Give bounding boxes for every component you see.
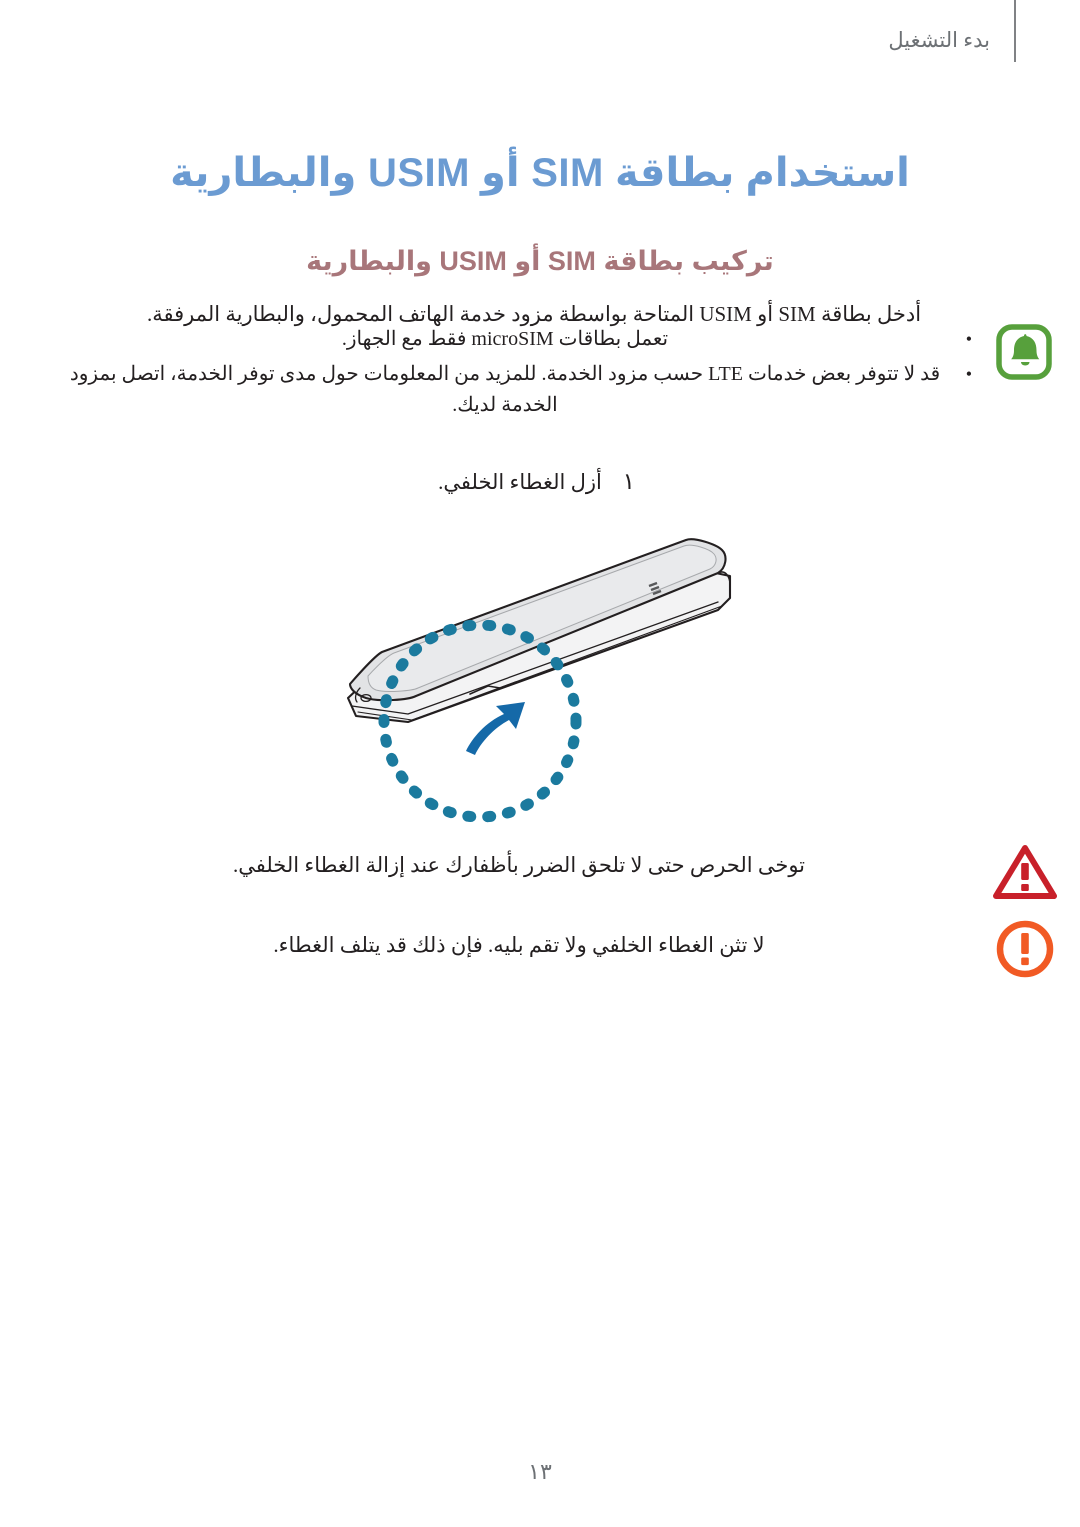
- illustration-phone-back-cover: [0, 516, 1080, 836]
- step-1: ١ أزل الغطاء الخلفي.: [72, 466, 1008, 498]
- caution-alert: لا تثن الغطاء الخلفي ولا تقم بليه. فإن ذ…: [60, 918, 1060, 980]
- caution-warning: توخى الحرص حتى لا تلحق الضرر بأظفارك عند…: [60, 842, 1060, 904]
- caution-text: لا تثن الغطاء الخلفي ولا تقم بليه. فإن ذ…: [273, 933, 765, 957]
- note-callout: تعمل بطاقات microSIM فقط مع الجهاز. قد ل…: [60, 322, 1060, 425]
- running-head: بدء التشغيل: [888, 28, 990, 52]
- page-title: استخدام بطاقة SIM أو USIM والبطارية: [170, 150, 910, 195]
- alert-circle-icon: [992, 918, 1058, 980]
- list-item: تعمل بطاقات microSIM فقط مع الجهاز.: [60, 324, 976, 355]
- header-divider: [1014, 0, 1016, 62]
- manual-page: بدء التشغيل استخدام بطاقة SIM أو USIM وا…: [0, 0, 1080, 1527]
- step-text: أزل الغطاء الخلفي.: [438, 470, 602, 494]
- page-number: ١٣: [528, 1459, 552, 1484]
- list-item: قد لا تتوفر بعض خدمات LTE حسب مزود الخدم…: [60, 359, 976, 421]
- lift-arrow: [466, 702, 525, 755]
- section-subtitle: تركيب بطاقة SIM أو USIM والبطارية: [306, 246, 774, 277]
- caution-text: توخى الحرص حتى لا تلحق الضرر بأظفارك عند…: [232, 853, 806, 877]
- note-bullet-list: تعمل بطاقات microSIM فقط مع الجهاز. قد ل…: [60, 322, 976, 425]
- warning-triangle-icon: [992, 842, 1058, 904]
- bell-icon: [994, 322, 1054, 382]
- step-number: ١: [622, 469, 636, 494]
